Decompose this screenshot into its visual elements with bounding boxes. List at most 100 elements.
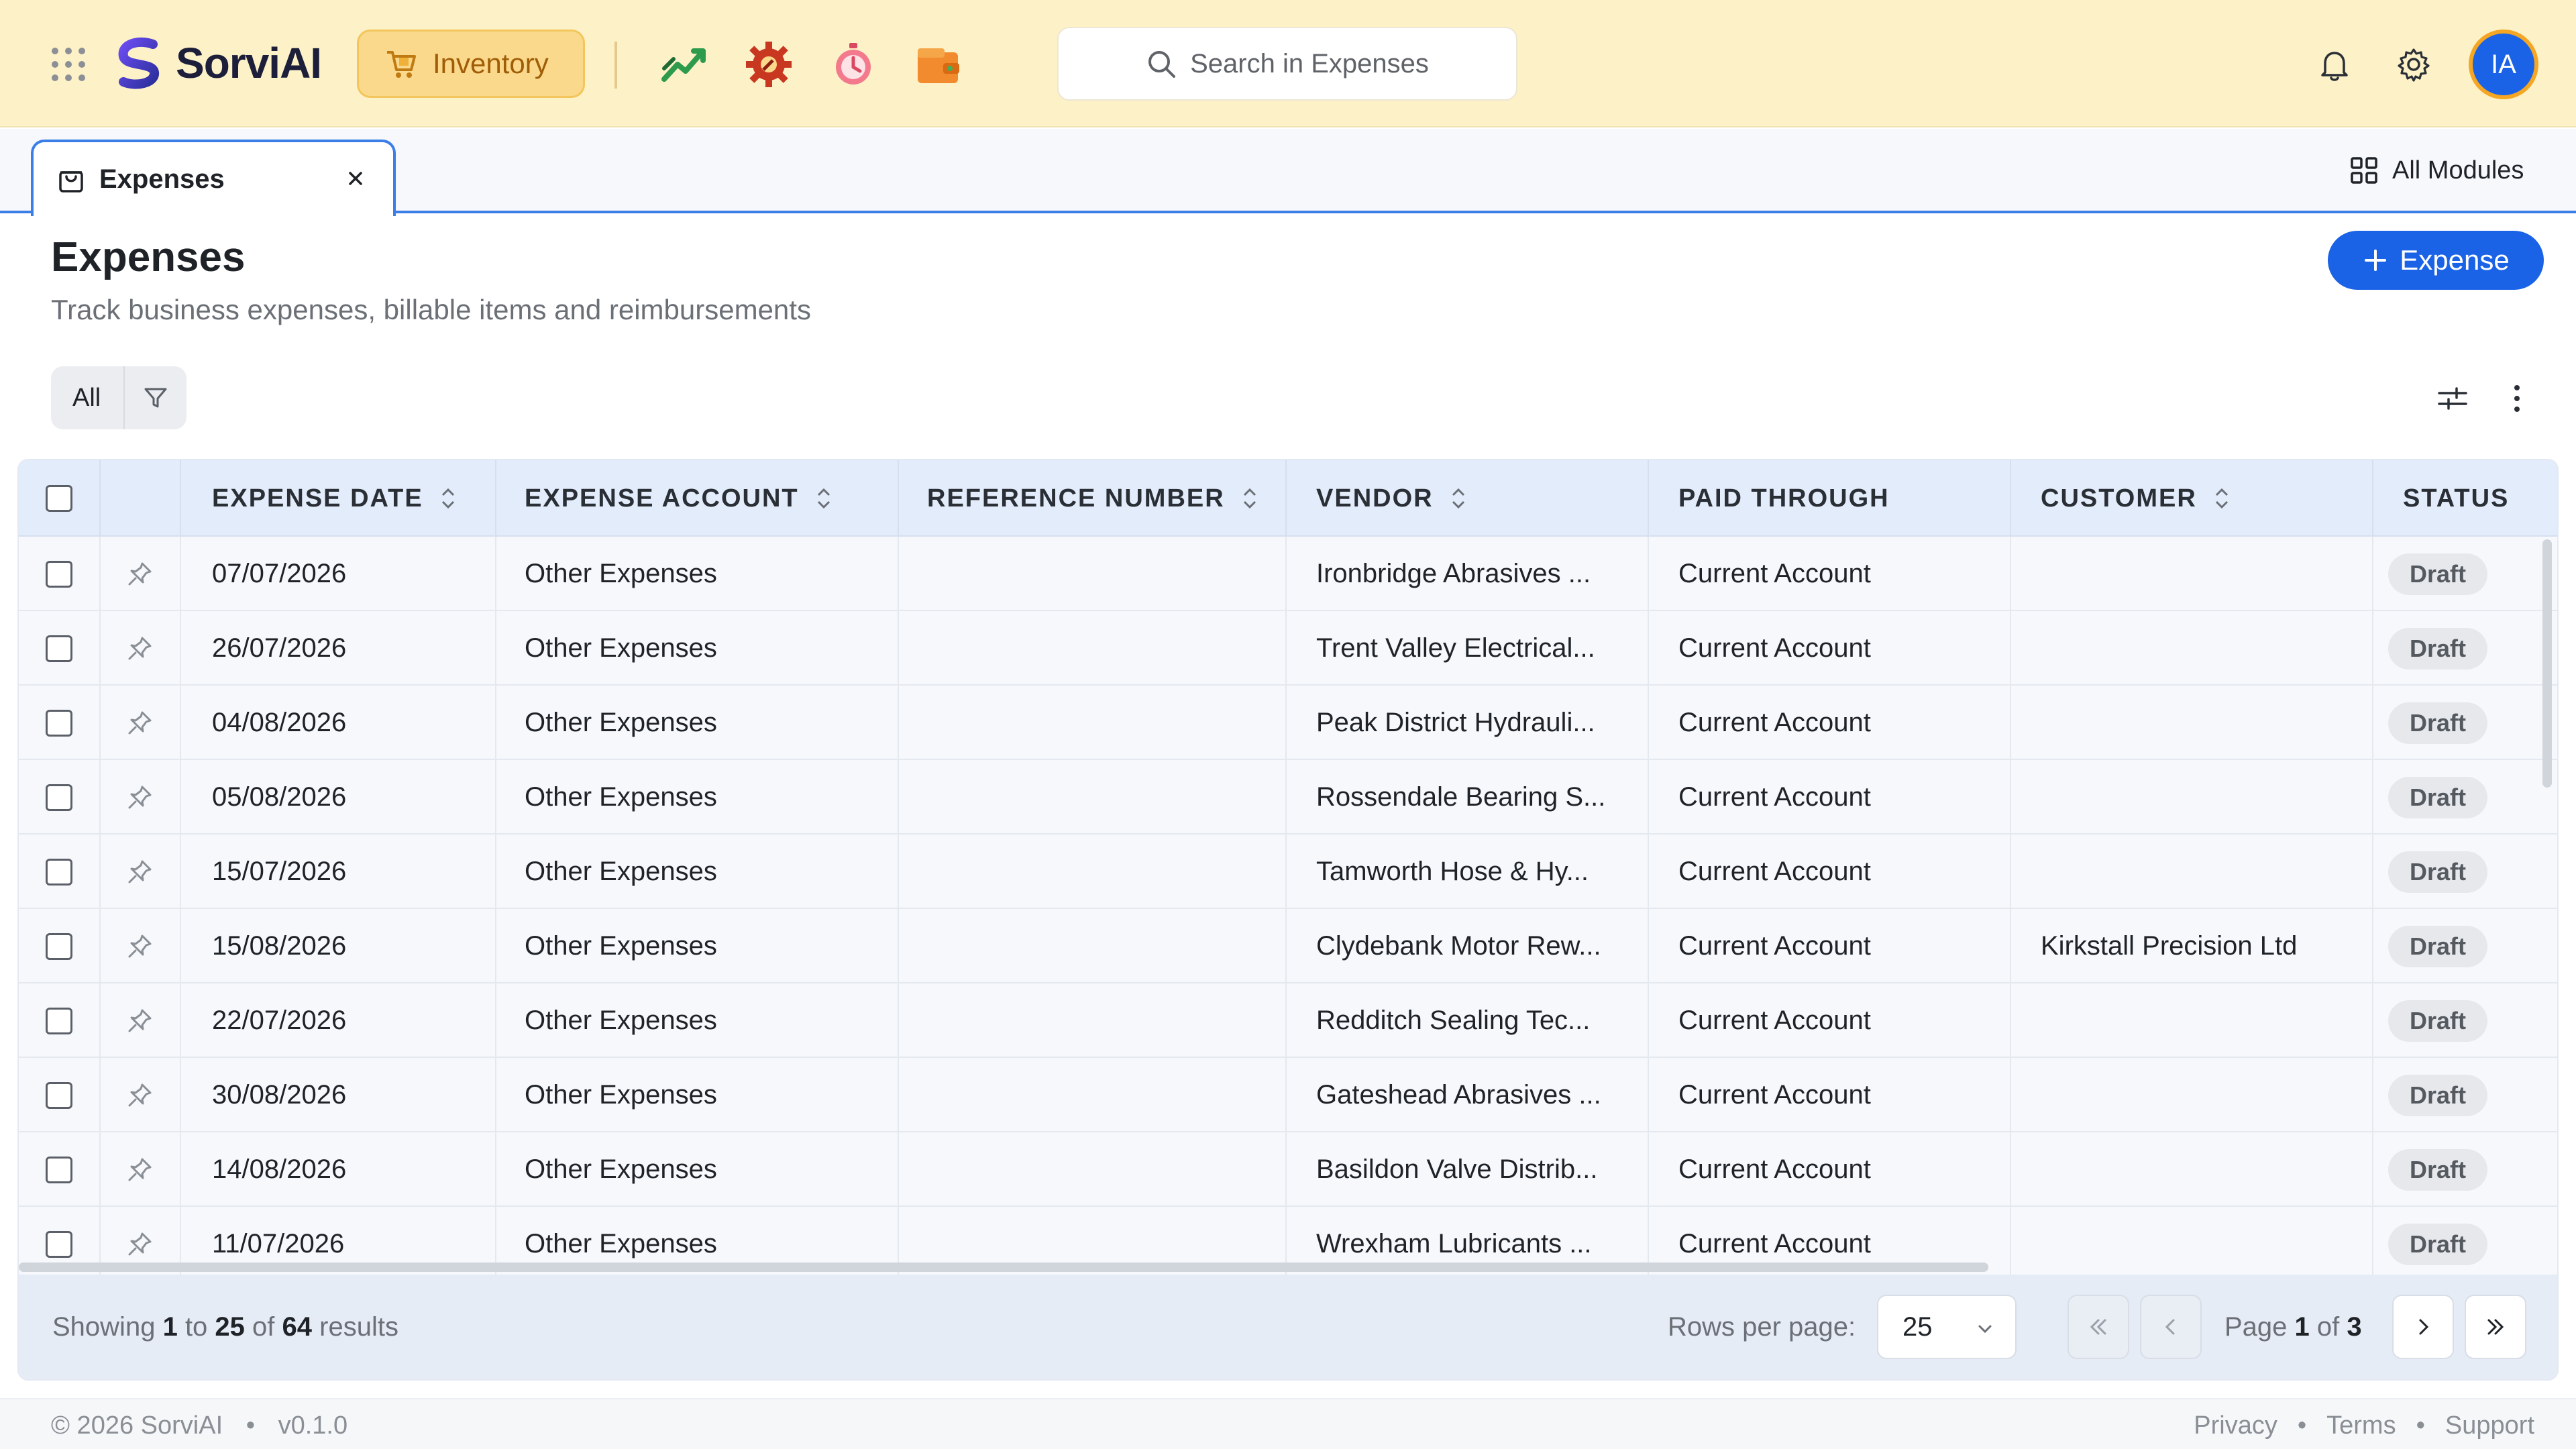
pin-icon[interactable] <box>126 1058 153 1132</box>
first-page-button[interactable] <box>2068 1295 2129 1359</box>
row-checkbox[interactable] <box>46 611 72 686</box>
column-divider <box>2372 1207 2373 1281</box>
column-header-customer[interactable]: CUSTOMER <box>2041 460 2231 537</box>
table-row[interactable]: 15/07/2026 Other Expenses Tamworth Hose & … <box>19 835 2557 909</box>
cell-status: Draft <box>2388 1207 2488 1281</box>
table-row[interactable]: 14/08/2026 Other Expenses Basildon Valve D… <box>19 1132 2557 1207</box>
sales-trend-icon[interactable] <box>659 39 710 90</box>
column-divider <box>2010 1132 2011 1207</box>
column-divider <box>2372 1132 2373 1207</box>
cell-paid-through: Current Account <box>1678 1080 1871 1110</box>
sort-icon[interactable] <box>815 485 833 512</box>
row-checkbox[interactable] <box>46 686 72 760</box>
pin-icon[interactable] <box>126 983 153 1058</box>
column-label: CUSTOMER <box>2041 484 2197 513</box>
pin-icon[interactable] <box>126 611 153 686</box>
cell-paid-through: Current Account <box>1678 857 1871 886</box>
column-label: EXPENSE DATE <box>212 484 423 513</box>
column-divider <box>2010 909 2011 983</box>
cell-reference-number <box>927 835 1276 909</box>
privacy-link[interactable]: Privacy <box>2194 1411 2277 1440</box>
filter-icon[interactable] <box>125 384 186 411</box>
wallet-icon[interactable] <box>912 39 963 90</box>
cell-expense-date: 14/08/2026 <box>212 1155 347 1184</box>
all-modules-button[interactable]: All Modules <box>2349 156 2524 185</box>
column-divider <box>495 760 496 835</box>
close-tab-icon[interactable] <box>341 164 370 193</box>
next-page-button[interactable] <box>2392 1295 2454 1359</box>
pin-icon[interactable] <box>126 537 153 611</box>
select-all-checkbox[interactable] <box>46 460 72 537</box>
notifications-bell-icon[interactable] <box>2316 46 2353 83</box>
cell-status: Draft <box>2388 909 2488 983</box>
column-header-paid-through[interactable]: PAID THROUGH <box>1678 460 1890 537</box>
table-row[interactable]: 07/07/2026 Other Expenses Ironbridge Abras… <box>19 537 2557 611</box>
horizontal-scrollbar[interactable] <box>19 1263 1988 1272</box>
table-row[interactable]: 26/07/2026 Other Expenses Trent Valley Ele… <box>19 611 2557 686</box>
table-row[interactable]: 04/08/2026 Other Expenses Peak District Hy… <box>19 686 2557 760</box>
row-checkbox[interactable] <box>46 1058 72 1132</box>
add-expense-button[interactable]: Expense <box>2328 231 2544 290</box>
view-all-button[interactable]: All <box>51 366 125 429</box>
row-checkbox[interactable] <box>46 909 72 983</box>
column-divider <box>1285 909 1287 983</box>
cell-status: Draft <box>2388 1058 2488 1132</box>
column-header-expense-account[interactable]: EXPENSE ACCOUNT <box>525 460 833 537</box>
user-avatar[interactable]: IA <box>2469 30 2538 99</box>
column-settings-icon[interactable] <box>2435 381 2470 416</box>
support-link[interactable]: Support <box>2445 1411 2534 1440</box>
table-row[interactable]: 15/08/2026 Other Expenses Clydebank Motor … <box>19 909 2557 983</box>
timer-icon[interactable] <box>828 39 879 90</box>
cell-expense-date: 04/08/2026 <box>212 708 347 737</box>
column-header-expense-date[interactable]: EXPENSE DATE <box>212 460 457 537</box>
separator-dot: • <box>2297 1411 2307 1440</box>
column-header-vendor[interactable]: VENDOR <box>1316 460 1467 537</box>
separator-dot: • <box>246 1411 256 1440</box>
settings-gear-icon[interactable] <box>2395 46 2432 83</box>
pin-icon[interactable] <box>126 909 153 983</box>
app-launcher-icon[interactable] <box>51 47 86 82</box>
header-divider <box>1648 460 1649 537</box>
cell-expense-date: 05/08/2026 <box>212 782 347 812</box>
service-gear-icon[interactable] <box>743 39 794 90</box>
column-divider <box>180 909 181 983</box>
pin-icon[interactable] <box>126 686 153 760</box>
row-checkbox[interactable] <box>46 760 72 835</box>
tab-expenses[interactable]: Expenses <box>31 140 396 216</box>
header-divider <box>898 460 899 537</box>
rows-per-page-select[interactable]: 25 <box>1877 1295 2017 1359</box>
pin-icon[interactable] <box>126 1132 153 1207</box>
terms-link[interactable]: Terms <box>2326 1411 2396 1440</box>
cell-vendor: Trent Valley Electrical... <box>1316 633 1595 663</box>
header-divider <box>2372 460 2373 537</box>
column-divider <box>495 611 496 686</box>
search-input[interactable]: Search in Expenses <box>1057 27 1517 101</box>
pin-icon[interactable] <box>126 760 153 835</box>
column-divider <box>180 537 181 611</box>
cell-expense-account: Other Expenses <box>525 559 717 588</box>
sort-icon[interactable] <box>1241 485 1258 512</box>
sort-icon[interactable] <box>1450 485 1467 512</box>
row-checkbox[interactable] <box>46 1132 72 1207</box>
module-chip-inventory[interactable]: Inventory <box>357 30 585 98</box>
vertical-scrollbar[interactable] <box>2542 539 2552 788</box>
header-divider <box>99 460 101 537</box>
row-checkbox[interactable] <box>46 835 72 909</box>
row-checkbox[interactable] <box>46 983 72 1058</box>
column-header-status[interactable]: STATUS <box>2403 460 2509 537</box>
current-page: 1 <box>2294 1312 2310 1342</box>
sort-icon[interactable] <box>439 485 457 512</box>
last-page-button[interactable] <box>2465 1295 2526 1359</box>
table-row[interactable]: 30/08/2026 Other Expenses Gateshead Abrasi… <box>19 1058 2557 1132</box>
cell-expense-date: 30/08/2026 <box>212 1080 347 1110</box>
cell-expense-account: Other Expenses <box>525 633 717 663</box>
sort-icon[interactable] <box>2213 485 2231 512</box>
previous-page-button[interactable] <box>2140 1295 2202 1359</box>
pin-icon[interactable] <box>126 835 153 909</box>
table-row[interactable]: 22/07/2026 Other Expenses Redditch Sealing… <box>19 983 2557 1058</box>
more-options-icon[interactable] <box>2500 381 2534 416</box>
column-header-reference-number[interactable]: REFERENCE NUMBER <box>927 460 1258 537</box>
table-row[interactable]: 05/08/2026 Other Expenses Rossendale Beari… <box>19 760 2557 835</box>
row-checkbox[interactable] <box>46 537 72 611</box>
app-logo[interactable]: SorviAI <box>111 35 322 91</box>
